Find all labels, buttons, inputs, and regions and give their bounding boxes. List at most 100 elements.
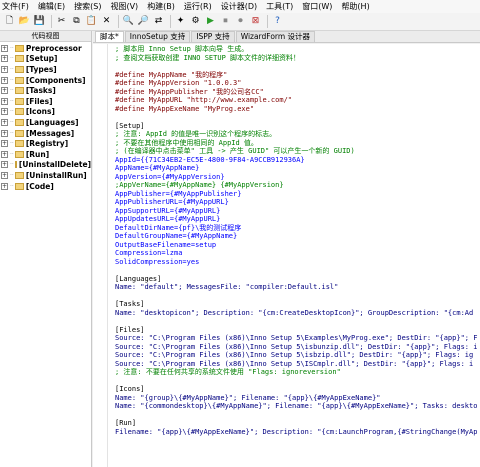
script-editor[interactable]: ; 脚本用 Inno Setup 脚本向导 生成。; 查阅文档获取创建 INNO…: [93, 44, 480, 467]
menu-item[interactable]: 窗口(W): [302, 1, 332, 12]
tree-item-label: Preprocessor: [25, 43, 82, 53]
menu-item[interactable]: 搜索(S): [74, 1, 101, 12]
expand-icon[interactable]: +: [1, 44, 8, 52]
menu-item[interactable]: 帮助(H): [341, 1, 369, 12]
expand-icon[interactable]: +: [1, 65, 8, 73]
folder-icon: [14, 76, 24, 84]
code-line: ;AppVerName={#MyAppName} {#MyAppVersion}: [115, 181, 284, 189]
code-line: ; 查阅文档获取创建 INNO SETUP 脚本文件的详细资料！: [115, 53, 301, 62]
toolbar: 🗋 📂 💾 ✂ ⧉ 📋 ✕ 🔍 🔎 ⇄ ✦ ⚙ ▶ ⏹ ⏺ ⊠ ?: [0, 13, 480, 31]
folder-icon: [14, 87, 24, 95]
compile-icon[interactable]: ⚙: [189, 15, 202, 28]
folder-icon: [14, 129, 24, 137]
folder-icon: [14, 108, 24, 116]
step-icon[interactable]: ⏺: [234, 15, 247, 28]
tree-item[interactable]: + ·· [Components]: [0, 75, 91, 86]
expand-icon[interactable]: +: [1, 150, 8, 158]
expand-icon[interactable]: +: [1, 171, 8, 179]
code-line: SolidCompression=yes: [115, 257, 200, 266]
tree-connector: ··: [10, 87, 14, 95]
menu-item[interactable]: 工具(T): [266, 1, 293, 12]
copy-icon[interactable]: ⧉: [70, 15, 83, 28]
tree-connector: ··: [10, 129, 14, 137]
tree-connector: ··: [10, 171, 14, 179]
menu-item[interactable]: 运行(R): [184, 1, 212, 12]
tree-item-label: [Run]: [25, 149, 50, 159]
menu-item[interactable]: 设计器(D): [221, 1, 257, 12]
code-line: Source: "C:\Program Files (x86)\Inno Set…: [115, 351, 474, 359]
tree-connector: ··: [10, 118, 14, 126]
abort-icon[interactable]: ⊠: [249, 15, 262, 28]
editor-tab[interactable]: 脚本*: [95, 31, 124, 42]
tree-item[interactable]: + ·· [Messages]: [0, 128, 91, 139]
editor-tab[interactable]: InnoSetup 支持: [124, 31, 191, 42]
tree-item[interactable]: + ·· Preprocessor: [0, 43, 91, 54]
expand-icon[interactable]: +: [1, 161, 8, 169]
replace-icon[interactable]: ⇄: [152, 15, 165, 28]
expand-icon[interactable]: +: [1, 55, 8, 63]
tree-item[interactable]: + ·· [Tasks]: [0, 85, 91, 96]
tree-item-label: [Tasks]: [25, 86, 56, 96]
tree-item[interactable]: + ·· [Run]: [0, 149, 91, 160]
code-view-title: 代码视图: [0, 31, 91, 42]
folder-icon: [14, 182, 24, 190]
folder-icon: [14, 44, 24, 52]
code-line: AppUpdatesURL={#MyAppURL}: [115, 215, 221, 223]
code-line: #define MyAppName "我的程序": [115, 70, 228, 79]
toolbar-separator: [267, 15, 268, 28]
tree-connector: ··: [10, 161, 14, 169]
code-area[interactable]: ; 脚本用 Inno Setup 脚本向导 生成。; 查阅文档获取创建 INNO…: [115, 45, 480, 436]
expand-icon[interactable]: +: [1, 140, 8, 148]
expand-icon[interactable]: +: [1, 118, 8, 126]
folder-icon: [14, 161, 17, 169]
tree-item[interactable]: + ·· [Registry]: [0, 138, 91, 149]
menu-item[interactable]: 文件(F): [2, 1, 29, 12]
tree-item[interactable]: + ·· [Languages]: [0, 117, 91, 128]
folder-icon: [14, 65, 24, 73]
wizard-icon[interactable]: ✦: [174, 15, 187, 28]
toolbar-separator: [118, 15, 119, 28]
code-line: AppPublisher={#MyAppPublisher}: [115, 189, 242, 198]
cut-icon[interactable]: ✂: [55, 15, 68, 28]
tree-item[interactable]: + ·· [Code]: [0, 181, 91, 192]
open-folder-icon[interactable]: 📂: [18, 15, 31, 28]
menu-item[interactable]: 编辑(E): [38, 1, 65, 12]
save-icon[interactable]: 💾: [33, 15, 46, 28]
expand-icon[interactable]: +: [1, 76, 8, 84]
editor-tab[interactable]: WizardForm 设计器: [235, 31, 316, 42]
new-file-icon[interactable]: 🗋: [3, 15, 16, 28]
expand-icon[interactable]: +: [1, 182, 8, 190]
tree-item[interactable]: + ·· [UninstallDelete]: [0, 160, 91, 171]
tree-item-label: [Components]: [25, 75, 86, 85]
tree-item[interactable]: + ·· [Files]: [0, 96, 91, 107]
folder-icon: [14, 140, 24, 148]
tree-connector: ··: [10, 140, 14, 148]
code-line: #define MyAppPublisher "我的公司名CC": [115, 87, 264, 96]
expand-icon[interactable]: +: [1, 87, 8, 95]
code-line: OutputBaseFilename=setup: [115, 240, 217, 249]
paste-icon[interactable]: 📋: [85, 15, 98, 28]
find-next-icon[interactable]: 🔎: [137, 15, 150, 28]
tree-item[interactable]: + ·· [Types]: [0, 64, 91, 75]
code-line: AppPublisherURL={#MyAppURL}: [115, 198, 229, 206]
tree-item[interactable]: + ·· [Setup]: [0, 54, 91, 65]
expand-icon[interactable]: +: [1, 129, 8, 137]
menu-item[interactable]: 视图(V): [110, 1, 138, 12]
tree-item[interactable]: + ·· [Icons]: [0, 107, 91, 118]
run-icon[interactable]: ▶: [204, 15, 217, 28]
expand-icon[interactable]: +: [1, 97, 8, 105]
editor-tab[interactable]: ISPP 支持: [191, 31, 235, 42]
expand-icon[interactable]: +: [1, 108, 8, 116]
code-line: [Files]: [115, 325, 145, 334]
menu-item[interactable]: 构建(B): [147, 1, 175, 12]
delete-icon[interactable]: ✕: [100, 15, 113, 28]
tree-item[interactable]: + ·· [UninstallRun]: [0, 170, 91, 181]
code-line: [Icons]: [115, 385, 145, 393]
stop-icon[interactable]: ⏹: [219, 15, 232, 28]
help-icon[interactable]: ?: [271, 15, 284, 28]
tree-item-label: [UninstallRun]: [25, 170, 87, 180]
find-icon[interactable]: 🔍: [122, 15, 135, 28]
